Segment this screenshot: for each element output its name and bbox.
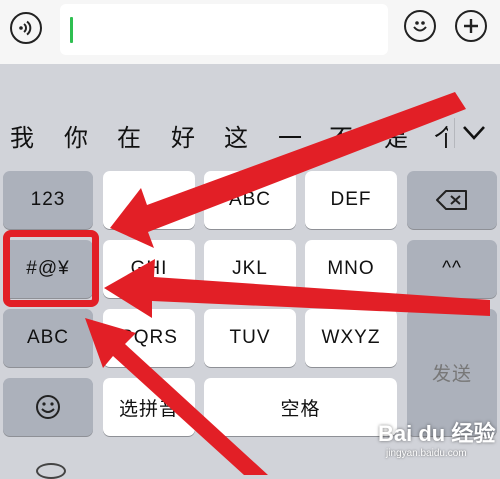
candidate-word[interactable]: 个 — [434, 118, 448, 153]
backspace-icon — [436, 190, 467, 210]
chevron-down-icon — [463, 126, 485, 140]
text-cursor — [70, 17, 73, 43]
candidate-word[interactable]: 一 — [278, 118, 302, 153]
plus-icon — [464, 19, 478, 33]
candidate-word[interactable]: 你 — [64, 118, 88, 153]
voice-input-button[interactable] — [10, 12, 42, 44]
smiley-icon — [413, 21, 427, 32]
candidate-word[interactable]: 在 — [117, 118, 141, 153]
space-key[interactable]: 空格 — [204, 378, 397, 436]
input-toolbar — [0, 0, 500, 64]
emoticon-key[interactable]: ^^ — [407, 240, 497, 298]
candidate-word[interactable]: 不 — [329, 118, 353, 153]
key-9-wxyz[interactable]: WXYZ — [305, 309, 397, 367]
keyboard-top-area — [0, 64, 500, 104]
key-5-jkl[interactable]: JKL — [204, 240, 296, 298]
globe-icon[interactable] — [36, 463, 66, 479]
emoji-button[interactable] — [404, 10, 436, 42]
divider — [454, 118, 455, 148]
key-7-pqrs[interactable]: PQRS — [103, 309, 195, 367]
key-8-tuv[interactable]: TUV — [204, 309, 296, 367]
emoji-keyboard-key[interactable] — [3, 378, 93, 436]
watermark-logo: Bai du 经验 jingyan.baidu.com — [378, 416, 495, 459]
key-1[interactable] — [103, 171, 195, 229]
more-button[interactable] — [455, 10, 487, 42]
backspace-key[interactable] — [407, 171, 497, 229]
key-2-abc[interactable]: ABC — [204, 171, 296, 229]
numbers-key[interactable]: 123 — [3, 171, 93, 229]
watermark-brand: Bai du 经验 — [378, 421, 496, 446]
smiley-icon — [36, 395, 60, 419]
key-4-ghi[interactable]: GHI — [103, 240, 195, 298]
key-6-mno[interactable]: MNO — [305, 240, 397, 298]
key-3-def[interactable]: DEF — [305, 171, 397, 229]
candidate-word[interactable]: 是 — [384, 118, 408, 153]
pinyin-select-key[interactable]: 选拼音 — [103, 378, 195, 436]
candidate-bar: 我 你 在 好 这 一 不 是 个 — [0, 104, 500, 160]
voice-icon — [19, 20, 32, 36]
candidate-word[interactable]: 这 — [224, 118, 248, 153]
watermark-url: jingyan.baidu.com — [386, 448, 467, 459]
candidate-word[interactable]: 好 — [171, 118, 195, 153]
candidate-word[interactable]: 我 — [10, 118, 34, 153]
expand-candidates-button[interactable] — [458, 118, 490, 148]
highlight-box — [3, 230, 99, 307]
abc-switch-key[interactable]: ABC — [3, 309, 93, 367]
message-input[interactable] — [60, 4, 388, 55]
